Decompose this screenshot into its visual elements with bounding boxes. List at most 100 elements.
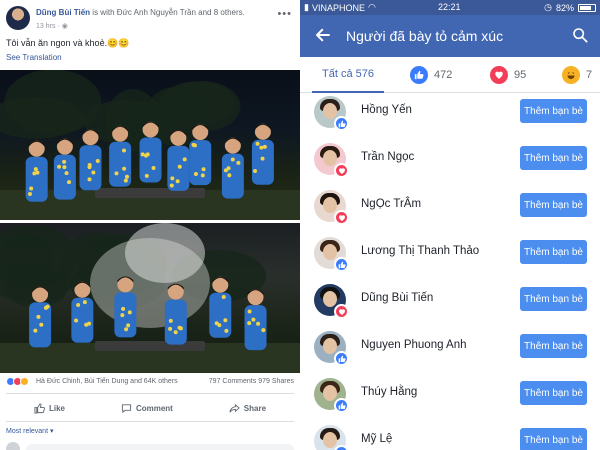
author-avatar[interactable]: [6, 6, 30, 30]
shirt-pattern: [122, 166, 127, 171]
share-label: Share: [243, 403, 267, 413]
shirt-pattern: [168, 318, 173, 323]
add-friend-button[interactable]: Thêm bạn bè: [520, 334, 587, 358]
heart-icon: [334, 304, 349, 319]
shirt-pattern: [76, 303, 81, 308]
photo-1-scene: [0, 70, 300, 220]
thumbs-up-icon: [334, 116, 349, 131]
more-options-icon[interactable]: •••: [277, 8, 292, 20]
person-row[interactable]: Hồng Yến Thêm bạn bè: [300, 94, 600, 141]
person-name[interactable]: Dũng Bùi Tiến: [361, 292, 433, 304]
share-button[interactable]: Share: [229, 403, 266, 414]
person-shirt: [139, 137, 162, 183]
laugh-emoji-icon: [562, 66, 580, 84]
commenter-avatar[interactable]: [6, 442, 20, 450]
shirt-pattern: [255, 141, 260, 146]
tab-like-count: 472: [434, 69, 453, 81]
thumbs-up-icon: [334, 398, 349, 413]
post-photo-1[interactable]: [0, 70, 300, 220]
shirt-pattern: [168, 326, 173, 331]
shirt-pattern: [91, 170, 96, 175]
heart-icon: [490, 66, 508, 84]
author-name[interactable]: Dũng Bùi Tiến: [36, 8, 90, 17]
arrow-left-icon[interactable]: [314, 26, 332, 44]
add-friend-button[interactable]: Thêm bạn bè: [520, 99, 587, 123]
reaction-icons[interactable]: [6, 377, 29, 387]
reactors-text[interactable]: Hà Đức Chinh, Bùi Tiến Dung and 64K othe…: [36, 378, 178, 385]
app-bar: Người đã bày tỏ cảm xúc: [300, 15, 600, 57]
shirt-pattern: [126, 323, 131, 328]
shirt-pattern: [144, 173, 149, 178]
status-time: 22:21: [438, 2, 461, 12]
shirt-pattern: [33, 328, 38, 333]
person-row[interactable]: Trần Ngọc Thêm bạn bè: [300, 141, 600, 188]
post-actions: Like Comment Share: [6, 397, 294, 419]
search-icon[interactable]: [572, 27, 588, 43]
tab-love[interactable]: 95: [490, 57, 526, 93]
thumbs-up-icon: [410, 66, 428, 84]
tagged-with-text[interactable]: is with Đức Anh Nguyễn Trần and 8 others…: [90, 8, 245, 17]
post-photo-2[interactable]: [0, 223, 300, 373]
shirt-pattern: [74, 318, 79, 323]
reactions-screen: ▮ VINAPHONE ◠ 22:21 ◷ 82% Người đã bày t…: [300, 0, 600, 450]
tab-all[interactable]: Tất cả 576: [312, 57, 384, 93]
add-friend-button[interactable]: Thêm bạn bè: [520, 381, 587, 405]
tab-like[interactable]: 472: [410, 57, 452, 93]
globe-icon: ◉: [61, 23, 68, 30]
shirt-pattern: [62, 165, 67, 170]
shirt-pattern: [182, 157, 187, 162]
person-name[interactable]: Trần Ngọc: [361, 151, 414, 163]
smoke-cloud: [125, 223, 205, 283]
shirt-pattern: [124, 174, 129, 179]
author-line: Dũng Bùi Tiến is with Đức Anh Nguyễn Trầ…: [36, 8, 245, 17]
like-button[interactable]: Like: [34, 402, 65, 414]
person-name[interactable]: Nguyen Phuong Anh: [361, 339, 467, 351]
comment-sort-dropdown[interactable]: Most relevant ▾: [6, 427, 53, 435]
screenshot-composite: Dũng Bùi Tiến is with Đức Anh Nguyễn Trầ…: [0, 0, 600, 450]
shirt-pattern: [256, 321, 261, 326]
person-name[interactable]: Lương Thị Thanh Thảo: [361, 245, 479, 257]
grill: [95, 188, 205, 198]
add-friend-button[interactable]: Thêm bạn bè: [520, 146, 587, 170]
add-friend-button[interactable]: Thêm bạn bè: [520, 193, 587, 217]
comments-shares-count[interactable]: 797 Comments 979 Shares: [209, 378, 294, 385]
person-row[interactable]: Nguyen Phuong Anh Thêm bạn bè: [300, 329, 600, 376]
person-row[interactable]: Lương Thị Thanh Thảo Thêm bạn bè: [300, 235, 600, 282]
shirt-pattern: [262, 144, 267, 149]
reaction-tabs: Tất cả 576 472 95 7: [300, 57, 600, 93]
page-title: Người đã bày tỏ cảm xúc: [346, 28, 504, 44]
comment-bubble[interactable]: [26, 444, 294, 450]
person-name[interactable]: Thúy Hằng: [361, 386, 417, 398]
shirt-pattern: [261, 328, 266, 333]
comment-icon: [121, 403, 132, 413]
heart-icon: [334, 210, 349, 225]
shirt-pattern: [32, 171, 37, 176]
person-name[interactable]: Mỹ Lệ: [361, 433, 392, 445]
person-row[interactable]: NgỌc TrÂm Thêm bạn bè: [300, 188, 600, 235]
person-name[interactable]: NgỌc TrÂm: [361, 198, 421, 210]
add-friend-button[interactable]: Thêm bạn bè: [520, 240, 587, 264]
person-row[interactable]: Mỹ Lệ Thêm bạn bè: [300, 423, 600, 450]
shirt-pattern: [191, 142, 196, 147]
person-row[interactable]: Thúy Hằng Thêm bạn bè: [300, 376, 600, 423]
shirt-pattern: [36, 314, 41, 319]
person-shirt: [189, 140, 212, 186]
add-friend-button[interactable]: Thêm bạn bè: [520, 428, 587, 450]
comment-button[interactable]: Comment: [121, 403, 173, 414]
shirt-pattern: [39, 322, 44, 327]
see-translation-link[interactable]: See Translation: [6, 53, 62, 62]
shirt-pattern: [43, 305, 48, 310]
status-bar: ▮ VINAPHONE ◠ 22:21 ◷ 82%: [300, 0, 600, 15]
shirt-pattern: [251, 317, 256, 322]
post-time[interactable]: 13 hrs ·: [36, 23, 60, 30]
heart-icon: [334, 163, 349, 178]
person-name[interactable]: Hồng Yến: [361, 104, 412, 116]
thumbs-up-icon: [334, 445, 349, 450]
post-meta: 13 hrs · ◉: [36, 22, 68, 30]
battery-percent: 82%: [555, 2, 574, 13]
shirt-pattern: [201, 167, 206, 172]
tab-haha[interactable]: 7: [562, 57, 592, 93]
person-row[interactable]: Dũng Bùi Tiến Thêm bạn bè: [300, 282, 600, 329]
grill: [95, 341, 205, 351]
add-friend-button[interactable]: Thêm bạn bè: [520, 287, 587, 311]
